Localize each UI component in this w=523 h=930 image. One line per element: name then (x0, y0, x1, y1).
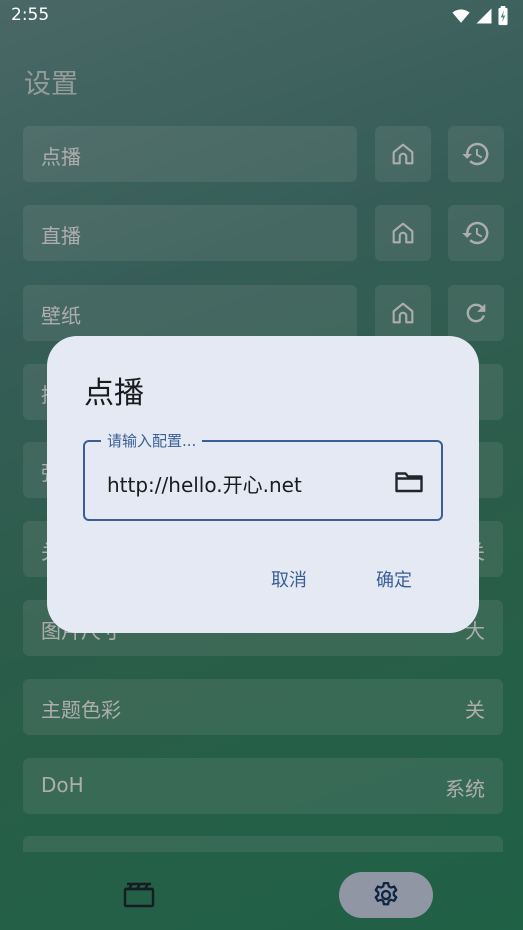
config-url-input[interactable]: http://hello.开心.net (107, 469, 302, 498)
battery-icon (498, 6, 508, 26)
status-bar: 2:55 (0, 0, 523, 32)
status-icons (451, 6, 509, 26)
status-time: 2:55 (11, 5, 50, 25)
wifi-icon (452, 9, 470, 23)
config-url-field[interactable]: 请输入配置... http://hello.开心.net (83, 430, 443, 521)
dialog-title: 点播 (84, 376, 144, 411)
folder-button[interactable] (393, 468, 425, 496)
confirm-button[interactable]: 确定 (376, 566, 412, 592)
config-dialog: 点播 请输入配置... http://hello.开心.net 取消 确定 (47, 336, 479, 633)
config-url-field-label: 请输入配置... (101, 430, 203, 451)
cancel-button[interactable]: 取消 (271, 566, 307, 592)
folder-icon (395, 472, 423, 493)
signal-icon (476, 8, 492, 24)
